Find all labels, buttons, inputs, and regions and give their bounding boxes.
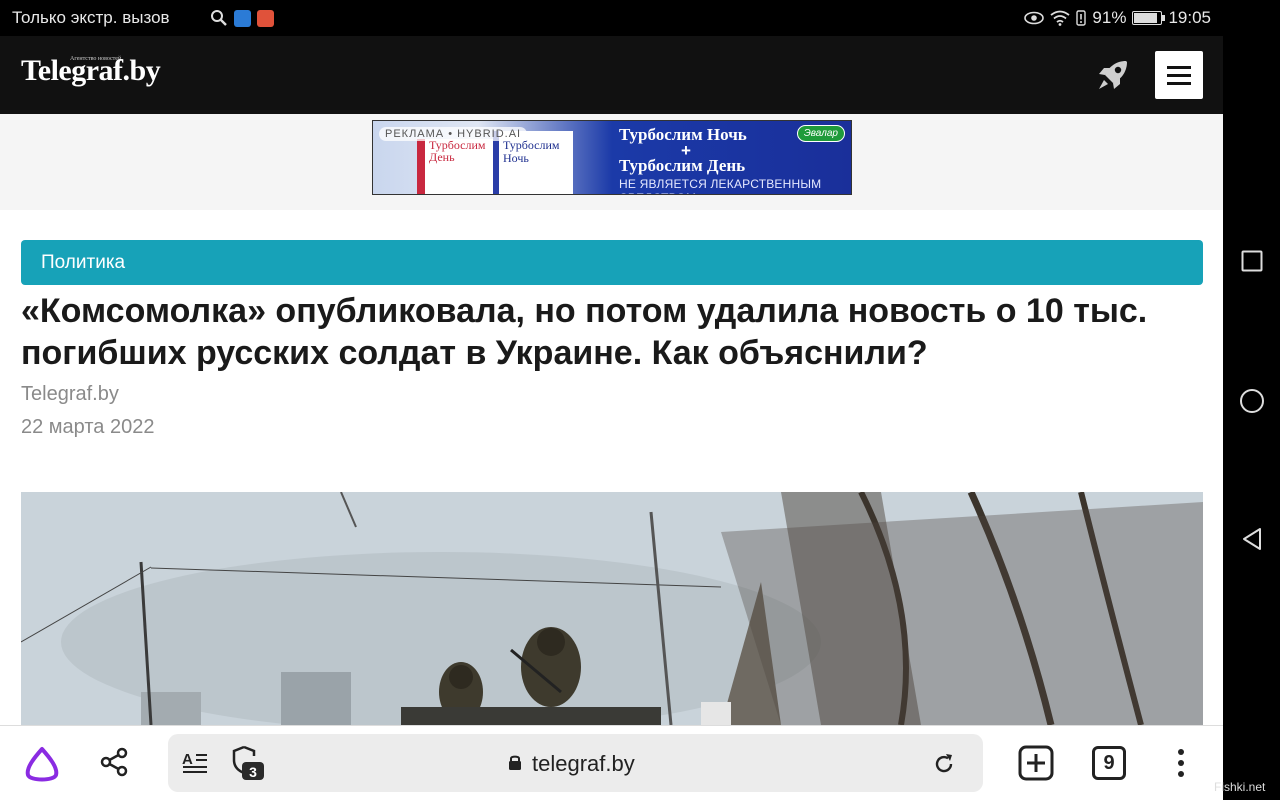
battery-percent: 91% [1092,8,1127,27]
protect-badge-count: 3 [249,764,257,780]
reload-icon[interactable] [930,750,958,778]
wifi-icon [1050,10,1070,26]
new-tab-icon[interactable] [1018,745,1054,781]
alert-icon [1076,10,1087,26]
site-header: Агентство новостей Telegraf.by [0,36,1223,114]
eye-icon [1024,11,1045,25]
screen: Только экстр. вызов 91% 19:05 Агентство … [0,0,1280,800]
system-nav-bar [1223,0,1280,800]
status-bar: Только экстр. вызов 91% 19:05 [0,0,1223,36]
status-right: 91% 19:05 [1024,8,1211,28]
ad-pack-day: Турбослим День [417,138,493,194]
watermark: Fishki.net [1214,780,1266,794]
shield-app-icon [234,9,251,27]
carrier-label: Только экстр. вызов [12,8,170,27]
share-icon[interactable] [96,744,132,780]
alice-icon[interactable] [22,744,62,784]
battery-level [1134,13,1158,23]
article-title: «Комсомолка» опубликовала, но потом удал… [21,292,1148,372]
menu-line [1167,81,1191,85]
browser-toolbar: A 3 telegraf.by 9 [0,725,1223,800]
ad-line-2: Турбослим День [619,156,746,175]
article-date: 22 марта 2022 [21,416,155,438]
menu-line [1167,65,1191,69]
search-icon [211,10,227,26]
article-source: Telegraf.by [21,383,119,405]
protect-icon[interactable]: 3 [230,744,266,782]
site-logo[interactable]: Telegraf.by [21,54,161,88]
lock-icon [509,755,521,770]
menu-icon[interactable] [1155,51,1203,99]
recent-apps-icon[interactable] [1241,250,1263,272]
rocket-icon[interactable] [1093,55,1133,95]
svg-text:A: A [182,751,193,768]
back-icon[interactable] [1241,527,1263,551]
address-bar[interactable]: A 3 telegraf.by [168,734,983,792]
tabs-icon[interactable]: 9 [1092,746,1126,780]
ad-label: РЕКЛАМА • HYBRID.AI [379,127,528,141]
ad-disclaimer: НЕ ЯВЛЯЕТСЯ ЛЕКАРСТВЕННЫМ СРЕДСТВОМ [619,177,822,194]
category-badge[interactable]: Политика [21,240,1203,285]
ad-strip: Турбослим День Турбослим Ночь РЕКЛАМА • … [0,114,1223,210]
battery-icon [1132,11,1166,25]
url-text: telegraf.by [532,751,635,776]
home-icon[interactable] [1239,388,1265,414]
article-photo[interactable] [21,492,1203,725]
menu-line [1167,73,1191,77]
mail-app-icon [257,9,274,27]
article: Политика «Комсомолка» опубликовала, но п… [0,210,1223,725]
ad-banner[interactable]: Турбослим День Турбослим Ночь РЕКЛАМА • … [372,120,852,195]
ad-brand-logo: Эвалар [796,125,845,142]
clock: 19:05 [1168,8,1211,27]
reader-mode-icon[interactable]: A [180,748,210,778]
more-icon[interactable] [1166,744,1196,782]
notification-icons [210,9,274,27]
ad-pack-day-label: Турбослим День [429,138,486,164]
